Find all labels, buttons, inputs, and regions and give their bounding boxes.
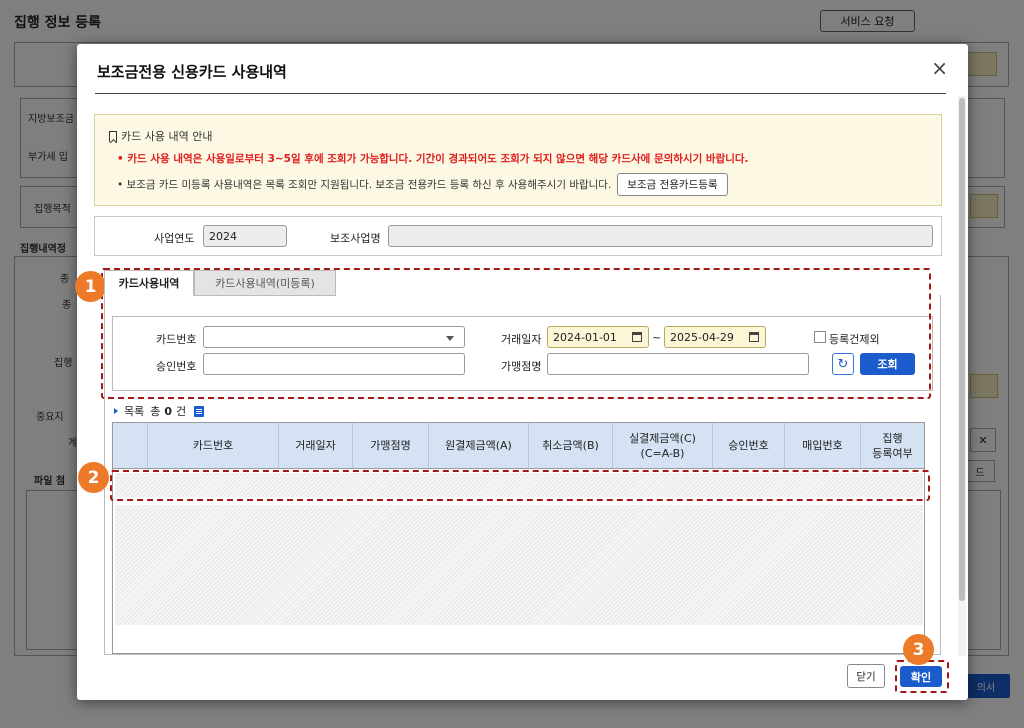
notice-line-info-wrap: • 보조금 카드 미등록 사용내역은 목록 조회만 지원됩니다. 보조금 전용카…: [117, 173, 728, 196]
notice-box: 카드 사용 내역 안내 • 카드 사용 내역은 사용일로부터 3~5일 후에 조…: [94, 114, 942, 206]
list-count: 0: [164, 404, 173, 418]
col-purchase-no[interactable]: 매입번호: [785, 423, 861, 468]
col-select[interactable]: [113, 423, 148, 468]
card-usage-table: 카드번호 거래일자 가맹점명 원결제금액(A) 취소금액(B) 실결제금액(C)…: [112, 422, 925, 654]
col-merchant[interactable]: 가맹점명: [353, 423, 429, 468]
project-info-box: 사업연도 2024 보조사업명: [94, 216, 942, 256]
annotation-number-2: 2: [78, 462, 109, 493]
col-card-no[interactable]: 카드번호: [148, 423, 279, 468]
close-button[interactable]: 닫기: [847, 664, 885, 688]
col-original-amount[interactable]: 원결제금액(A): [429, 423, 529, 468]
annotation-box-1: [101, 268, 931, 399]
card-usage-modal: 보조금전용 신용카드 사용내역 × 카드 사용 내역 안내 • 카드 사용 내역…: [75, 44, 968, 700]
list-total-prefix: 총: [150, 405, 161, 418]
header-divider: [95, 93, 946, 94]
project-name-field: [388, 225, 933, 247]
annotation-box-2: [110, 470, 930, 501]
col-approval-no[interactable]: 승인번호: [713, 423, 785, 468]
tab-card-usage[interactable]: 카드사용내역: [104, 270, 194, 296]
list-label: 목록: [124, 405, 145, 418]
register-card-button[interactable]: 보조금 전용카드등록: [617, 173, 728, 196]
modal-title: 보조금전용 신용카드 사용내역: [97, 63, 287, 81]
annotation-number-3: 3: [903, 634, 934, 665]
modal-header: 보조금전용 신용카드 사용내역 ×: [77, 44, 968, 94]
excel-download-icon[interactable]: [194, 405, 205, 417]
notice-line-warning: • 카드 사용 내역은 사용일로부터 3~5일 후에 조회가 가능합니다. 기간…: [117, 153, 749, 165]
year-field: 2024: [203, 225, 287, 247]
project-label: 보조사업명: [330, 232, 381, 245]
col-cancel-amount[interactable]: 취소금액(B): [529, 423, 613, 468]
annotation-box-3: [895, 660, 949, 693]
table-body: [115, 505, 923, 625]
list-unit: 건: [176, 405, 187, 418]
annotation-number-1: 1: [75, 271, 106, 302]
scrollbar-thumb[interactable]: [959, 98, 965, 601]
bookmark-icon: [109, 130, 117, 142]
col-actual-amount[interactable]: 실결제금액(C) (C=A-B): [613, 423, 713, 468]
notice-line-info: • 보조금 카드 미등록 사용내역은 목록 조회만 지원됩니다. 보조금 전용카…: [117, 179, 612, 191]
table-header: 카드번호 거래일자 가맹점명 원결제금액(A) 취소금액(B) 실결제금액(C)…: [113, 423, 924, 469]
triangle-icon: [114, 408, 118, 414]
year-label: 사업연도: [154, 232, 195, 245]
notice-heading-wrap: 카드 사용 내역 안내: [109, 128, 212, 144]
col-trade-date[interactable]: 거래일자: [279, 423, 353, 468]
list-title: 목록 총 0 건: [114, 403, 205, 419]
notice-heading: 카드 사용 내역 안내: [121, 130, 213, 143]
col-exec-registered[interactable]: 집행 등록여부: [861, 423, 924, 468]
close-icon[interactable]: ×: [931, 56, 948, 80]
